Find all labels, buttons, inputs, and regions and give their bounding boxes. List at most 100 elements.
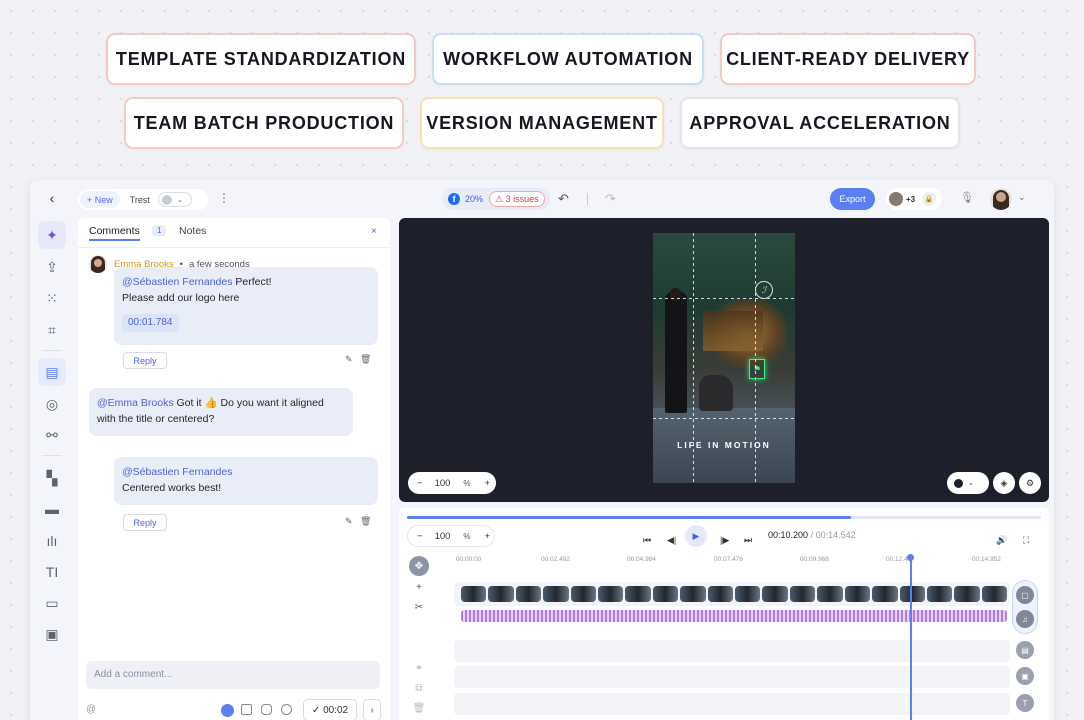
- issues-badge[interactable]: ⚠ 3 issues: [489, 191, 545, 207]
- timestamp-chip[interactable]: 00:01.784: [122, 314, 179, 332]
- clip-thumbnail[interactable]: [926, 586, 953, 602]
- mention-at-icon[interactable]: @: [86, 704, 96, 715]
- zoom-in-icon[interactable]: +: [485, 478, 491, 489]
- empty-track[interactable]: [454, 693, 1010, 715]
- link-icon[interactable]: ⚭: [409, 663, 429, 674]
- edit-icon[interactable]: ✎: [345, 354, 353, 365]
- clip-thumbnail[interactable]: [789, 586, 816, 602]
- empty-track[interactable]: [454, 640, 1010, 662]
- mention[interactable]: @Sébastien Fernandes: [122, 276, 232, 288]
- send-chevron-icon[interactable]: ›: [363, 699, 381, 720]
- zoom-in-icon[interactable]: +: [485, 531, 491, 542]
- background-color-dropdown[interactable]: ⌄: [947, 472, 989, 494]
- crop-icon[interactable]: ⌗: [38, 316, 66, 344]
- comment-input[interactable]: Add a comment...: [86, 661, 380, 689]
- circle-tool-icon[interactable]: [281, 704, 292, 715]
- video-frame[interactable]: ⚑ ℐ LIFE IN MOTION: [653, 233, 795, 483]
- rectangle-tool-icon[interactable]: [241, 704, 252, 715]
- clip-thumbnail[interactable]: [515, 586, 542, 602]
- reply-button[interactable]: Reply: [123, 514, 167, 531]
- add-icon[interactable]: +: [409, 582, 429, 593]
- select-tool-icon[interactable]: ✥: [409, 556, 429, 576]
- mention[interactable]: @Emma Brooks: [97, 397, 174, 409]
- empty-track[interactable]: [454, 666, 1010, 688]
- apps-icon[interactable]: ▚: [38, 464, 66, 492]
- sparkle-icon[interactable]: ✦: [38, 221, 66, 249]
- project-name[interactable]: Trest: [130, 195, 150, 205]
- clip-thumbnail[interactable]: [707, 586, 734, 602]
- target-icon[interactable]: ◎: [38, 390, 66, 418]
- lock-icon[interactable]: 🔒: [922, 192, 937, 206]
- clip-thumbnail[interactable]: [461, 586, 487, 602]
- timestamp-toggle[interactable]: ✓ 00:02: [303, 699, 357, 720]
- comment-icon[interactable]: ▤: [38, 358, 66, 386]
- fullscreen-icon[interactable]: ⛶: [1023, 535, 1029, 546]
- upload-icon[interactable]: ⇪: [38, 253, 66, 281]
- subtitle-track-icon[interactable]: ▤: [1016, 641, 1034, 659]
- user-avatar[interactable]: [990, 188, 1012, 210]
- mention[interactable]: @Sébastien Fernandes: [122, 466, 232, 478]
- video-track-icon[interactable]: ▢: [1016, 586, 1034, 604]
- playhead-handle[interactable]: [907, 554, 914, 561]
- scissors-icon[interactable]: ✂: [409, 602, 429, 613]
- clip-thumbnail[interactable]: [872, 586, 898, 602]
- zoom-out-icon[interactable]: −: [417, 478, 423, 489]
- film-icon[interactable]: ▬: [38, 495, 66, 523]
- skip-start-icon[interactable]: ⏮: [643, 535, 651, 546]
- skip-end-icon[interactable]: ⏭: [744, 535, 752, 546]
- reply-button[interactable]: Reply: [123, 352, 167, 369]
- microphone-icon[interactable]: 🎙: [960, 191, 974, 204]
- zoom-value[interactable]: 100: [435, 478, 451, 489]
- trash-icon[interactable]: 🗑: [360, 516, 371, 527]
- volume-icon[interactable]: 🔊: [996, 535, 1007, 546]
- subtitle-icon[interactable]: ▭: [38, 589, 66, 617]
- clip-thumbnail[interactable]: [680, 586, 706, 602]
- share-icon[interactable]: ⚯: [38, 421, 66, 449]
- clip-thumbnail[interactable]: [735, 586, 761, 602]
- playhead[interactable]: [910, 556, 912, 720]
- clip-thumbnail[interactable]: [954, 586, 980, 602]
- clip-thumbnail[interactable]: [844, 586, 871, 602]
- playback-progress[interactable]: [407, 516, 1041, 519]
- delete-icon[interactable]: 🗑: [409, 703, 429, 714]
- zoom-out-icon[interactable]: −: [417, 531, 423, 542]
- clip-thumbnail[interactable]: [570, 586, 597, 602]
- clip-thumbnail[interactable]: [899, 586, 925, 602]
- clip-thumbnail[interactable]: [762, 586, 788, 602]
- back-chevron-icon[interactable]: ‹: [46, 190, 58, 206]
- clip-thumbnail[interactable]: [652, 586, 679, 602]
- user-menu-chevron-icon[interactable]: ⌄: [1018, 192, 1026, 203]
- step-forward-icon[interactable]: |▶: [720, 535, 729, 546]
- format-zoom-percent[interactable]: 20%: [465, 194, 483, 204]
- clip-thumbnail[interactable]: [488, 586, 514, 602]
- video-clips[interactable]: [461, 586, 1008, 602]
- redo-icon[interactable]: ↷: [605, 191, 616, 207]
- clip-thumbnail[interactable]: [817, 586, 843, 602]
- trash-icon[interactable]: 🗑: [360, 354, 371, 365]
- play-button[interactable]: ▶: [685, 525, 707, 547]
- new-button[interactable]: + New: [80, 191, 120, 208]
- project-toggle[interactable]: ⌄: [157, 192, 192, 207]
- edit-icon[interactable]: ✎: [345, 516, 353, 527]
- fill-bucket-icon[interactable]: ◈: [993, 472, 1015, 494]
- text-track-icon[interactable]: T: [1016, 694, 1034, 712]
- collaborators-group[interactable]: +3 🔒: [886, 188, 942, 210]
- tab-comments[interactable]: Comments: [89, 225, 140, 241]
- grid-icon[interactable]: ⁙: [38, 284, 66, 312]
- step-back-icon[interactable]: ◀|: [667, 535, 676, 546]
- rounded-rect-tool-icon[interactable]: [261, 704, 272, 715]
- image-track-icon[interactable]: ▣: [1016, 667, 1034, 685]
- zoom-value[interactable]: 100: [435, 531, 451, 542]
- more-vertical-icon[interactable]: ⋮: [218, 191, 230, 205]
- audio-waveform[interactable]: [461, 610, 1007, 622]
- text-icon[interactable]: TI: [38, 558, 66, 586]
- clip-thumbnail[interactable]: [543, 586, 569, 602]
- waveform-icon[interactable]: ılı: [38, 527, 66, 555]
- image-icon[interactable]: ▣: [38, 620, 66, 648]
- settings-gear-icon[interactable]: ⚙: [1019, 472, 1041, 494]
- clip-thumbnail[interactable]: [981, 586, 1008, 602]
- video-caption[interactable]: LIFE IN MOTION: [653, 440, 795, 450]
- copy-icon[interactable]: ⧉: [409, 683, 429, 694]
- undo-icon[interactable]: ↶: [558, 191, 569, 207]
- clip-thumbnail[interactable]: [625, 586, 651, 602]
